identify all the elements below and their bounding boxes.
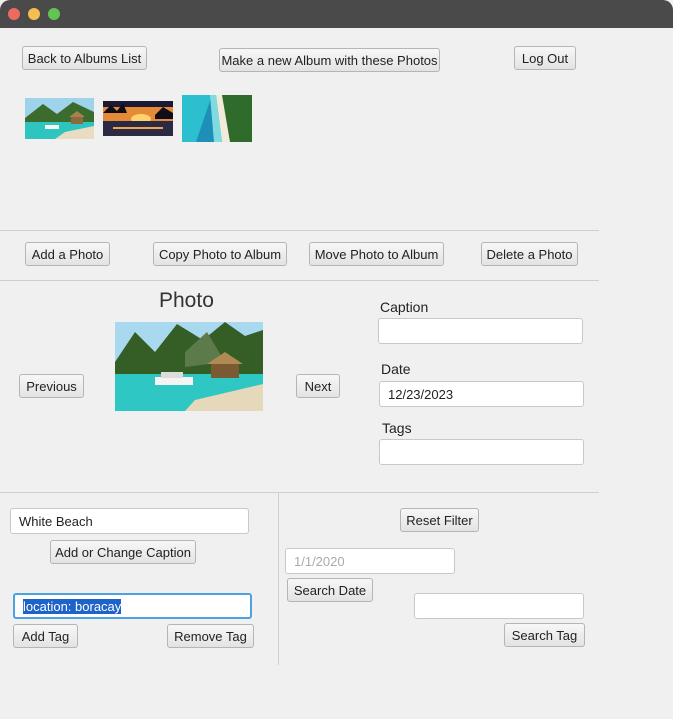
caption-label: Caption	[380, 299, 429, 315]
tag-input-selected-text: location: boracay	[23, 598, 122, 614]
delete-photo-button[interactable]: Delete a Photo	[481, 242, 578, 266]
divider	[278, 493, 279, 665]
divider	[0, 280, 599, 281]
selected-photo	[115, 322, 263, 411]
copy-photo-button[interactable]: Copy Photo to Album	[153, 242, 287, 266]
new-album-from-photos-button[interactable]: Make a new Album with these Photos	[219, 48, 440, 72]
photo-title: Photo	[159, 289, 214, 312]
add-tag-button[interactable]: Add Tag	[13, 624, 78, 648]
back-to-albums-button[interactable]: Back to Albums List	[22, 46, 147, 70]
caption-display-field[interactable]	[378, 318, 583, 344]
caption-input[interactable]	[10, 508, 249, 534]
divider	[0, 492, 599, 493]
minimize-window-button[interactable]	[28, 8, 40, 20]
date-display-field[interactable]	[379, 381, 584, 407]
search-date-button[interactable]: Search Date	[287, 578, 373, 602]
add-photo-button[interactable]: Add a Photo	[25, 242, 110, 266]
close-window-button[interactable]	[8, 8, 20, 20]
tags-label: Tags	[382, 420, 412, 436]
zoom-window-button[interactable]	[48, 8, 60, 20]
reset-filter-button[interactable]: Reset Filter	[400, 508, 479, 532]
thumbnail-tropical-lagoon[interactable]	[25, 98, 94, 139]
previous-photo-button[interactable]: Previous	[19, 374, 84, 398]
move-photo-button[interactable]: Move Photo to Album	[309, 242, 444, 266]
tag-input[interactable]: location: boracay	[13, 593, 252, 619]
next-photo-button[interactable]: Next	[296, 374, 340, 398]
window-titlebar	[0, 0, 673, 28]
remove-tag-button[interactable]: Remove Tag	[167, 624, 254, 648]
date-label: Date	[381, 361, 411, 377]
search-date-input[interactable]	[285, 548, 455, 574]
search-tag-input[interactable]	[414, 593, 584, 619]
add-change-caption-button[interactable]: Add or Change Caption	[50, 540, 196, 564]
thumbnail-white-beach-aerial[interactable]	[182, 95, 252, 142]
tags-display-field[interactable]	[379, 439, 584, 465]
divider	[0, 230, 599, 231]
search-tag-button[interactable]: Search Tag	[504, 623, 585, 647]
logout-button[interactable]: Log Out	[514, 46, 576, 70]
thumbnail-sunset-beach[interactable]	[103, 101, 173, 136]
